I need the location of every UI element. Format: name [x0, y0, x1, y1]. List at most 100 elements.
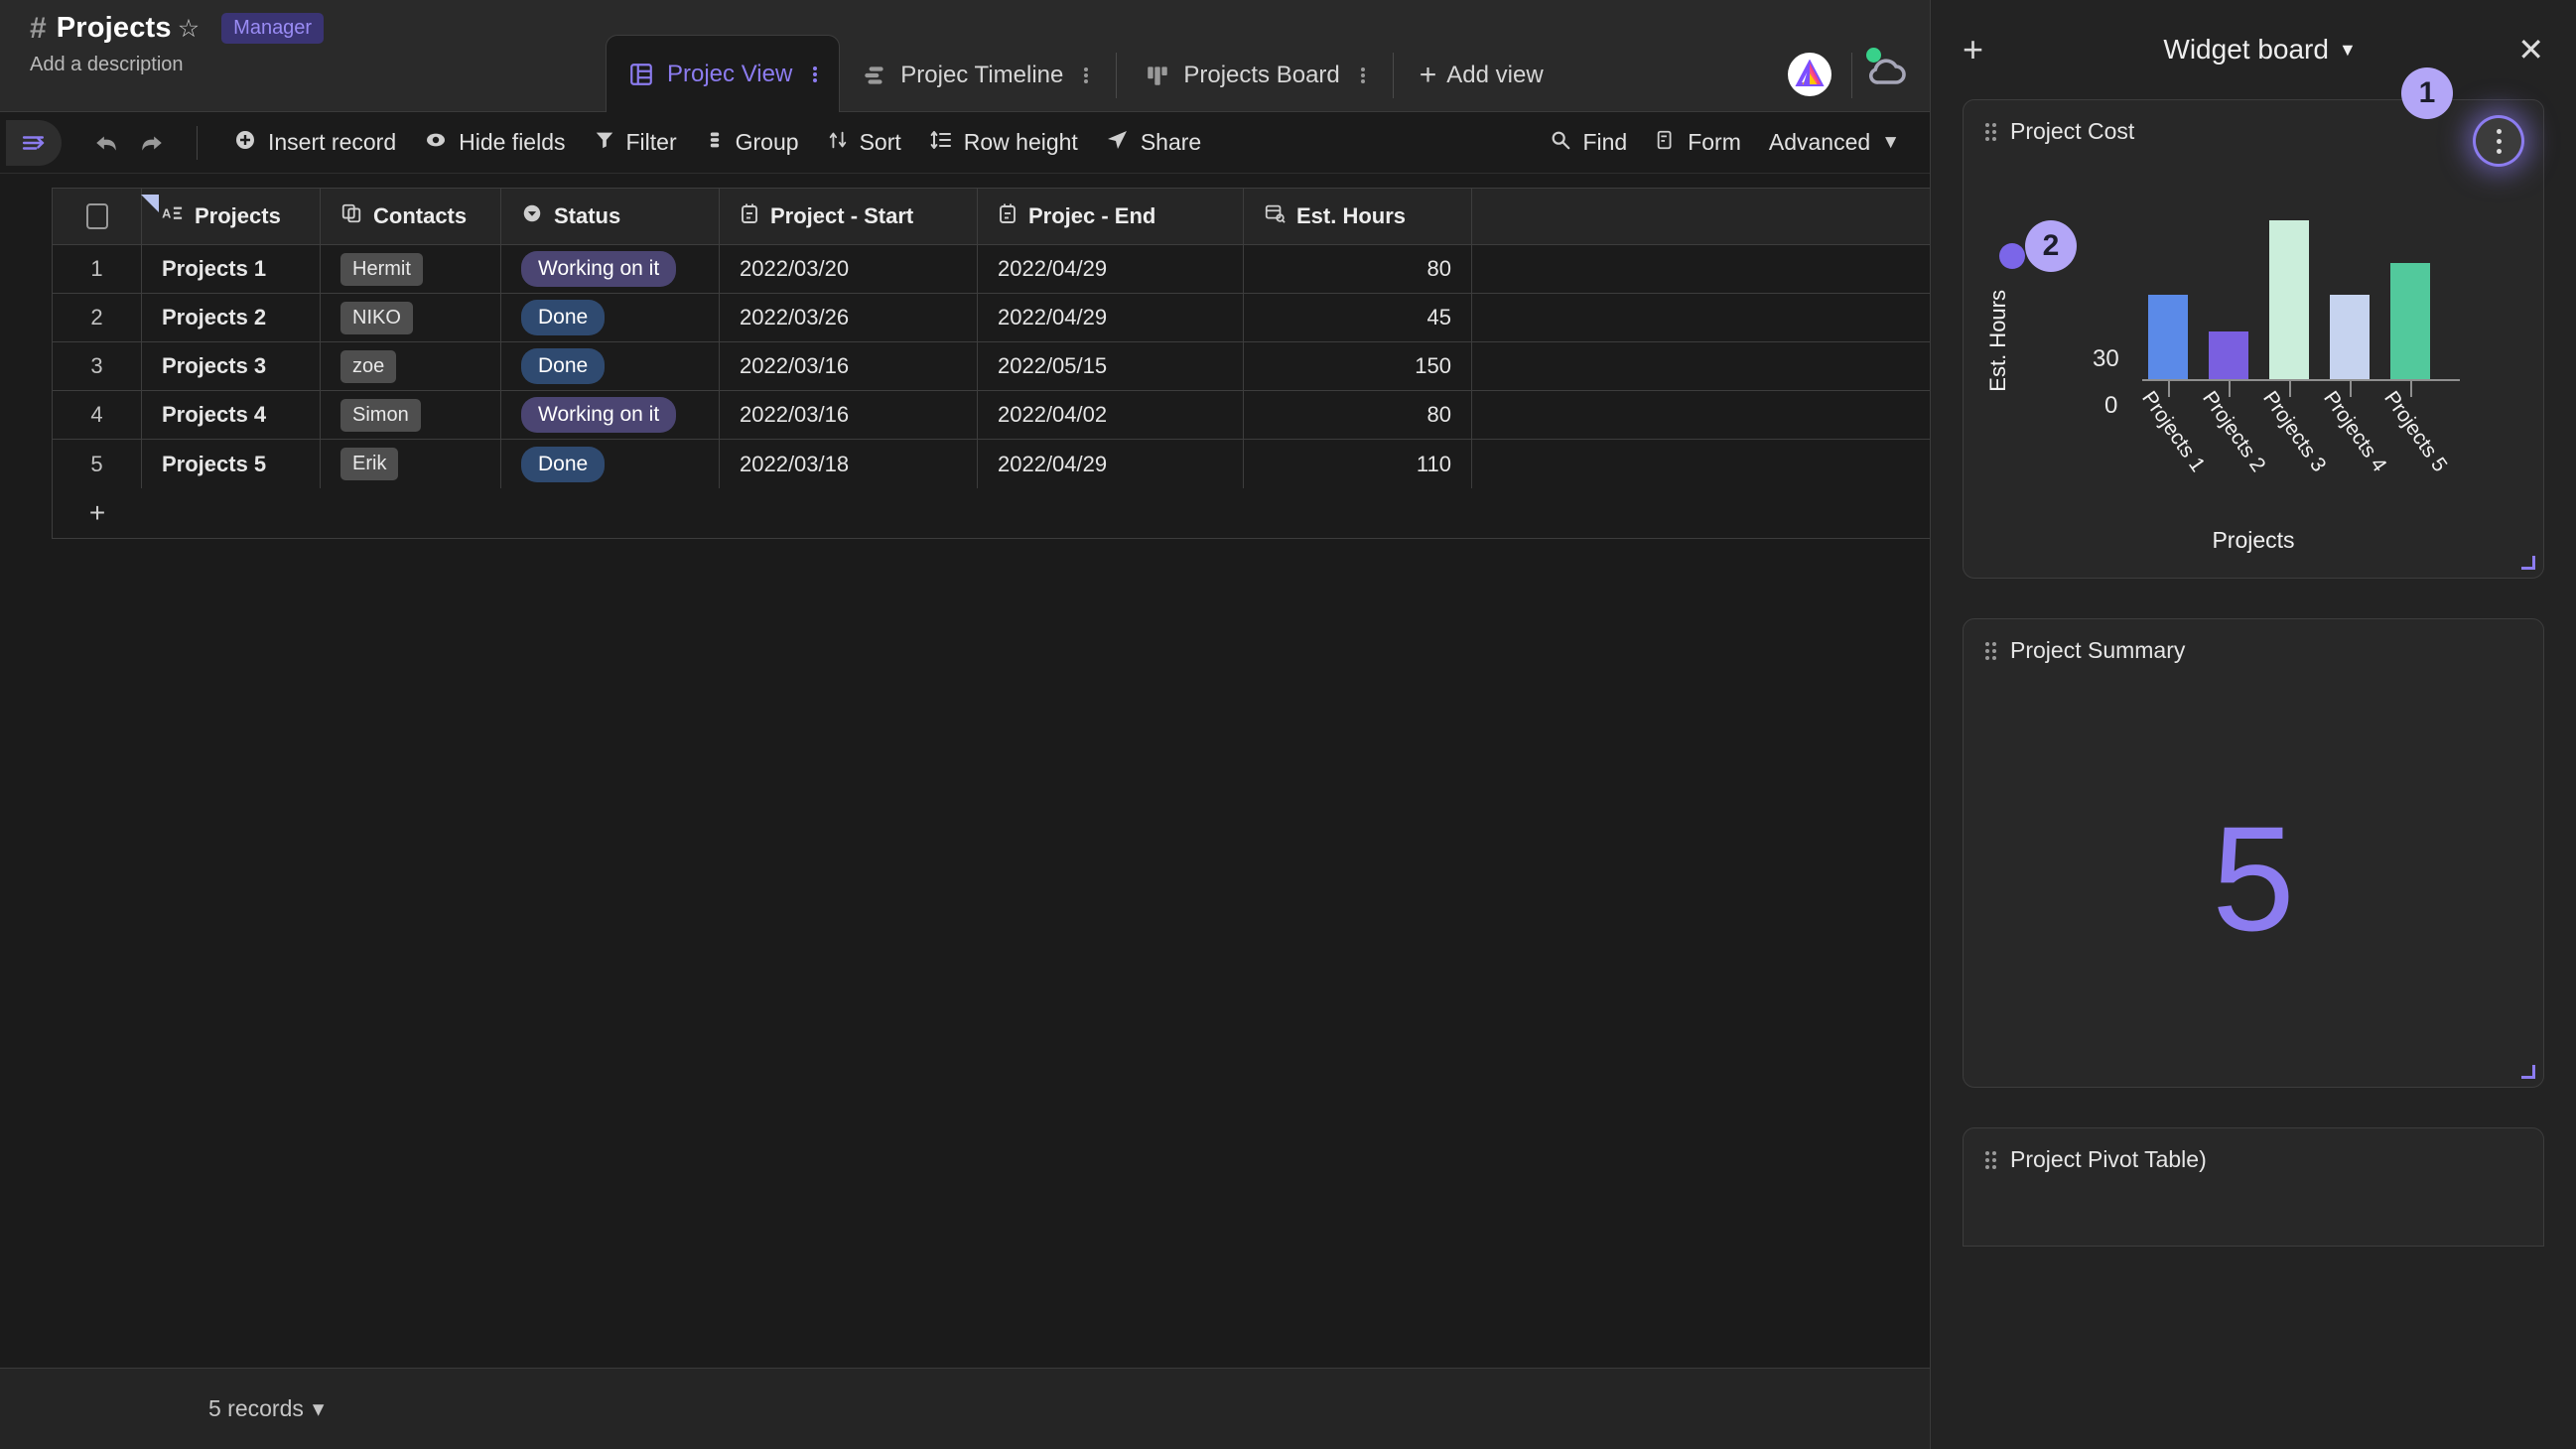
- table-row[interactable]: 2 Projects 2 NIKO Done 2022/03/26 2022/04/29 4…: [53, 294, 1930, 342]
- cell-est-hours[interactable]: 110: [1244, 440, 1472, 488]
- cell-project-start[interactable]: 2022/03/20: [720, 245, 978, 293]
- group-icon: [705, 129, 725, 157]
- cell-contacts[interactable]: Hermit: [321, 245, 501, 293]
- row-height-button[interactable]: Row height: [915, 122, 1092, 164]
- eye-icon: [424, 128, 448, 158]
- cell-status[interactable]: Done: [501, 440, 720, 488]
- cell-project-start[interactable]: 2022/03/16: [720, 342, 978, 390]
- cell-est-hours[interactable]: 150: [1244, 342, 1472, 390]
- add-view-button[interactable]: + Add view: [1400, 38, 1563, 112]
- cell-project-name[interactable]: Projects 2: [142, 294, 321, 341]
- share-button[interactable]: Share: [1092, 122, 1215, 164]
- close-icon[interactable]: ✕: [2517, 31, 2544, 68]
- cell-projec-end[interactable]: 2022/04/29: [978, 294, 1244, 341]
- panel-header: + Widget board ▼ ✕: [1931, 0, 2576, 99]
- select-all-icon[interactable]: [53, 189, 142, 244]
- cell-projec-end[interactable]: 2022/05/15: [978, 342, 1244, 390]
- cell-est-hours[interactable]: 80: [1244, 391, 1472, 439]
- panel-title[interactable]: Widget board ▼: [2002, 34, 2517, 66]
- funnel-icon: [594, 129, 615, 157]
- cell-projec-end[interactable]: 2022/04/29: [978, 440, 1244, 488]
- column-header-projec-end[interactable]: Projec - End: [978, 189, 1244, 244]
- table-row[interactable]: 5 Projects 5 Erik Done 2022/03/18 2022/04/29 1…: [53, 440, 1930, 488]
- cell-project-start[interactable]: 2022/03/16: [720, 391, 978, 439]
- hide-fields-button[interactable]: Hide fields: [410, 122, 579, 164]
- kebab-menu-icon[interactable]: [1084, 66, 1089, 83]
- cell-status[interactable]: Working on it: [501, 245, 720, 293]
- widget-title: Project Summary: [2010, 637, 2186, 663]
- tab-projec-timeline[interactable]: Projec Timeline: [840, 38, 1110, 112]
- drag-handle-icon[interactable]: [1985, 122, 1996, 141]
- add-widget-button[interactable]: +: [1963, 29, 2002, 70]
- cell-project-start[interactable]: 2022/03/26: [720, 294, 978, 341]
- column-label: Project - Start: [770, 203, 914, 228]
- brand-logo-icon[interactable]: [1788, 53, 1831, 96]
- find-button[interactable]: Find: [1536, 123, 1641, 163]
- column-header-project-start[interactable]: Project - Start: [720, 189, 978, 244]
- table-row[interactable]: 4 Projects 4 Simon Working on it 2022/03/16 2…: [53, 391, 1930, 440]
- status-badge: Working on it: [521, 397, 677, 433]
- cloud-sync-icon[interactable]: [1864, 48, 1912, 96]
- tab-divider: [1392, 53, 1394, 98]
- board-icon: [1145, 63, 1170, 88]
- kebab-menu-icon[interactable]: [1360, 66, 1365, 83]
- column-header-est-hours[interactable]: Est. Hours: [1244, 189, 1472, 244]
- add-record-row[interactable]: +: [53, 488, 1930, 538]
- redo-icon[interactable]: [129, 120, 175, 166]
- tab-projects-board[interactable]: Projects Board: [1123, 38, 1386, 112]
- column-label: Status: [554, 203, 621, 228]
- cell-est-hours[interactable]: 45: [1244, 294, 1472, 341]
- contact-chip: Simon: [340, 398, 421, 432]
- cell-status[interactable]: Done: [501, 294, 720, 341]
- kebab-menu-icon[interactable]: [813, 66, 818, 82]
- drag-handle-icon[interactable]: [1985, 641, 1996, 660]
- cell-est-hours[interactable]: 80: [1244, 245, 1472, 293]
- cell-projec-end[interactable]: 2022/04/02: [978, 391, 1244, 439]
- records-grid: A Projects Contacts Status Project - Sta…: [52, 188, 1930, 539]
- cell-project-name[interactable]: Projects 4: [142, 391, 321, 439]
- link-field-icon: [340, 202, 362, 230]
- star-icon[interactable]: ☆: [178, 14, 200, 44]
- drag-handle-icon[interactable]: [1985, 1150, 1996, 1169]
- cell-project-name[interactable]: Projects 1: [142, 245, 321, 293]
- record-count-dropdown[interactable]: 5 records ▾: [208, 1395, 324, 1422]
- plus-icon[interactable]: +: [53, 497, 142, 529]
- status-badge: Working on it: [521, 251, 677, 287]
- cell-contacts[interactable]: Simon: [321, 391, 501, 439]
- description-placeholder[interactable]: Add a description: [30, 54, 606, 76]
- cell-contacts[interactable]: Erik: [321, 440, 501, 488]
- status-field-icon: [521, 202, 543, 230]
- sidebar-toggle-icon[interactable]: [6, 119, 62, 166]
- status-badge: Done: [521, 446, 606, 482]
- cell-status[interactable]: Done: [501, 342, 720, 390]
- column-label: Contacts: [373, 203, 468, 228]
- cell-projec-end[interactable]: 2022/04/29: [978, 245, 1244, 293]
- chart-bar: [2390, 263, 2430, 379]
- cell-project-name[interactable]: Projects 5: [142, 440, 321, 488]
- sort-button[interactable]: Sort: [813, 122, 915, 164]
- cell-project-name[interactable]: Projects 3: [142, 342, 321, 390]
- column-header-contacts[interactable]: Contacts: [321, 189, 501, 244]
- cell-contacts[interactable]: zoe: [321, 342, 501, 390]
- toolbar-label: Find: [1582, 129, 1628, 155]
- cell-status[interactable]: Working on it: [501, 391, 720, 439]
- tab-projec-view[interactable]: Projec View: [606, 35, 841, 112]
- filter-button[interactable]: Filter: [580, 123, 691, 163]
- toolbar-label: Advanced: [1768, 129, 1871, 155]
- advanced-button[interactable]: Advanced ▼: [1755, 123, 1930, 162]
- table-row[interactable]: 1 Projects 1 Hermit Working on it 2022/03/20…: [53, 245, 1930, 294]
- form-button[interactable]: Form: [1641, 122, 1755, 164]
- role-badge[interactable]: Manager: [221, 13, 325, 44]
- widget-resize-handle[interactable]: [2521, 556, 2535, 570]
- table-row[interactable]: 3 Projects 3 zoe Done 2022/03/16 2022/05/15 15…: [53, 342, 1930, 391]
- column-header-projects[interactable]: A Projects: [142, 189, 321, 244]
- insert-record-button[interactable]: Insert record: [219, 122, 410, 164]
- cell-project-start[interactable]: 2022/03/18: [720, 440, 978, 488]
- group-button[interactable]: Group: [691, 123, 813, 163]
- column-header-status[interactable]: Status: [501, 189, 720, 244]
- undo-icon[interactable]: [83, 120, 129, 166]
- cell-contacts[interactable]: NIKO: [321, 294, 501, 341]
- tab-divider: [1851, 53, 1852, 98]
- row-number: 3: [53, 342, 142, 390]
- widget-resize-handle[interactable]: [2521, 1065, 2535, 1079]
